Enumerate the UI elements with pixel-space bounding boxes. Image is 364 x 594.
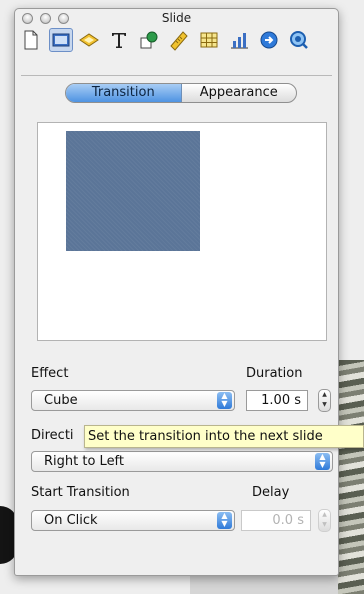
duration-stepper[interactable]: ▲ ▼ [318,389,331,412]
duration-field[interactable]: 1.00 s [246,390,308,411]
tool-quicktime[interactable] [287,28,311,52]
table-icon [200,32,218,48]
direction-value: Right to Left [44,454,125,469]
background-photo [338,360,364,594]
tool-hyperlink[interactable] [257,28,281,52]
delay-label: Delay [252,485,290,500]
popup-arrows-icon: ▲ ▼ [217,392,232,409]
graphic-icon [140,31,158,49]
toolbar-divider [21,75,332,76]
window-title: Slide [161,11,192,25]
quicktime-icon [290,31,308,49]
document-icon [24,30,38,50]
effect-popup[interactable]: Cube ▲ ▼ [31,390,235,411]
popup-arrows-icon: ▲ ▼ [315,453,330,470]
tooltip: Set the transition into the next slide [84,425,364,448]
tab-segmented-control: Transition Appearance [65,83,297,103]
hyperlink-icon [260,31,278,49]
inspector-toolbar [15,26,338,54]
duration-label: Duration [246,366,303,381]
tool-chart[interactable] [227,28,251,52]
tool-build[interactable] [77,28,101,52]
text-icon [112,33,126,48]
tool-table[interactable] [197,28,221,52]
inspector-window: Slide Transition Appearance Effect Durat… [14,8,339,576]
metrics-icon [170,31,188,51]
transition-preview [37,122,327,341]
start-transition-label: Start Transition [31,485,130,500]
start-transition-popup[interactable]: On Click ▲ ▼ [31,510,235,531]
tab-appearance[interactable]: Appearance [182,84,297,102]
tool-slide[interactable] [49,28,73,52]
build-icon [79,33,99,47]
slide-thumbnail [66,131,200,251]
title-bar[interactable]: Slide [15,9,338,26]
chart-icon [231,33,248,49]
popup-arrows-icon: ▲ ▼ [217,512,232,529]
tool-graphic[interactable] [137,28,161,52]
tool-text[interactable] [107,28,131,52]
delay-stepper[interactable]: ▲ ▼ [318,509,331,532]
tab-transition[interactable]: Transition [66,84,182,102]
direction-popup[interactable]: Right to Left ▲ ▼ [31,451,333,472]
effect-value: Cube [44,393,78,408]
slide-icon [52,33,70,47]
tool-metrics[interactable] [167,28,191,52]
delay-field[interactable]: 0.0 s [241,510,311,531]
effect-label: Effect [31,366,69,381]
start-transition-value: On Click [44,513,98,528]
direction-label: Directi [31,428,74,443]
tool-document[interactable] [19,28,43,52]
